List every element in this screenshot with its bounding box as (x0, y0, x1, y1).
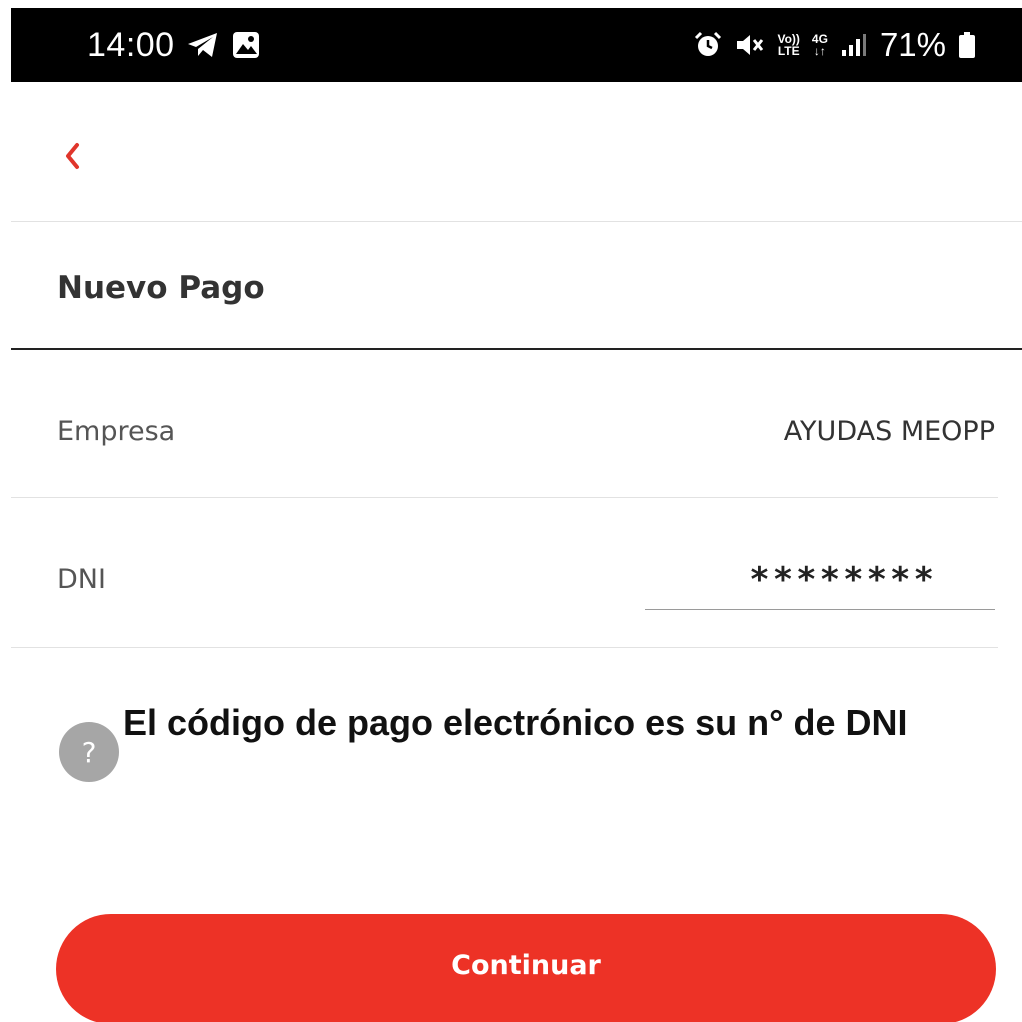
help-icon[interactable]: ? (59, 722, 119, 782)
network-label-bottom: ↓↑ (813, 44, 826, 58)
status-bar-right: Vo)) LTE 4G ↓↑ 71% (693, 26, 976, 64)
page-title: Nuevo Pago (57, 270, 265, 306)
gallery-icon (231, 30, 261, 60)
title-underline (11, 348, 1022, 350)
back-button[interactable] (62, 132, 110, 180)
signal-icon (840, 32, 868, 58)
header-divider (11, 221, 1022, 222)
app-screen: 14:00 Vo)) LTE 4G ↓↑ 71% Nuevo Pago Empr… (0, 0, 1022, 1022)
dni-label: DNI (57, 564, 106, 595)
mute-icon (735, 31, 765, 59)
volte-label-bottom: LTE (777, 44, 800, 58)
battery-percentage: 71% (879, 26, 946, 63)
company-value: AYUDAS MEOPP (783, 416, 995, 447)
status-bar: 14:00 Vo)) LTE 4G ↓↑ 71% (11, 8, 1022, 82)
battery-icon (958, 31, 976, 59)
company-divider (11, 497, 998, 498)
telegram-icon (187, 31, 219, 59)
4g-icon: 4G ↓↑ (812, 33, 828, 57)
volte-icon: Vo)) LTE (777, 33, 799, 57)
status-time: 14:00 (87, 25, 175, 64)
help-text: El código de pago electrónico es su n° d… (123, 702, 908, 743)
dni-divider (11, 647, 998, 648)
status-bar-left: 14:00 (87, 26, 261, 65)
alarm-icon (693, 30, 723, 60)
chevron-left-icon (66, 143, 79, 169)
company-label: Empresa (57, 416, 176, 447)
dni-input[interactable]: ******** (645, 550, 995, 610)
continue-button[interactable]: Continuar (56, 914, 996, 1022)
